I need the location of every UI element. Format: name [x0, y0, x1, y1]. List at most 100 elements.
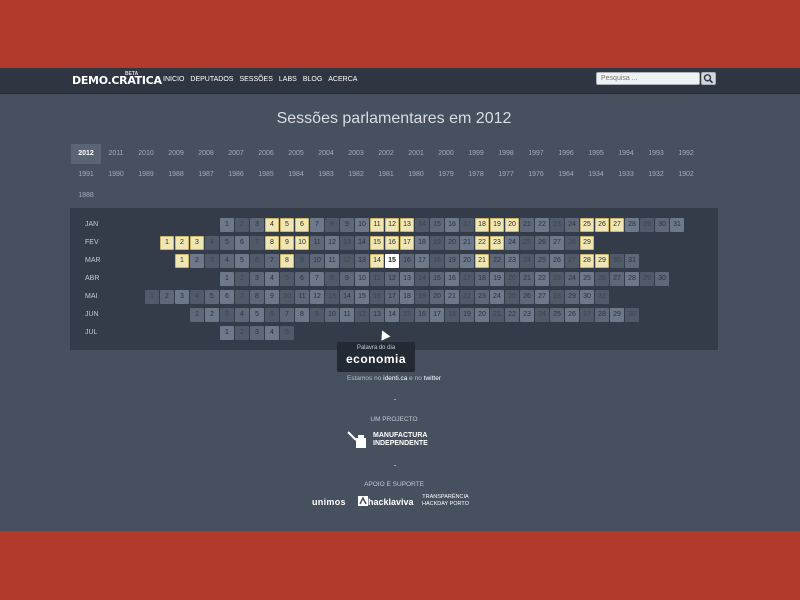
day-cell-jun-2[interactable]: 2 — [205, 308, 219, 322]
day-cell-fev-20[interactable]: 20 — [445, 236, 459, 250]
day-cell-abr-16[interactable]: 16 — [445, 272, 459, 286]
day-cell-abr-12[interactable]: 12 — [385, 272, 399, 286]
day-cell-abr-22[interactable]: 22 — [535, 272, 549, 286]
day-cell-jun-21[interactable]: 21 — [490, 308, 504, 322]
year-link-1902[interactable]: 1902 — [671, 165, 701, 185]
twitter-link[interactable]: twitter — [424, 375, 441, 382]
day-cell-mai-21[interactable]: 21 — [445, 290, 459, 304]
year-link-1995[interactable]: 1995 — [581, 144, 611, 164]
day-cell-abr-4[interactable]: 4 — [265, 272, 279, 286]
year-link-1976[interactable]: 1976 — [521, 165, 551, 185]
day-cell-abr-17[interactable]: 17 — [460, 272, 474, 286]
day-cell-jan-24[interactable]: 24 — [565, 218, 579, 232]
nav-link-deputados[interactable]: DEPUTADOS — [190, 76, 233, 83]
year-link-1977[interactable]: 1977 — [491, 165, 521, 185]
year-link-2005[interactable]: 2005 — [281, 144, 311, 164]
day-cell-mai-23[interactable]: 23 — [475, 290, 489, 304]
nav-link-labs[interactable]: LABS — [279, 76, 297, 83]
day-cell-mar-29[interactable]: 29 — [595, 254, 609, 268]
day-cell-jun-12[interactable]: 12 — [355, 308, 369, 322]
day-cell-mai-25[interactable]: 25 — [505, 290, 519, 304]
year-link-2001[interactable]: 2001 — [401, 144, 431, 164]
day-cell-abr-27[interactable]: 27 — [610, 272, 624, 286]
day-cell-fev-28[interactable]: 28 — [565, 236, 579, 250]
day-cell-mar-15[interactable]: 15 — [385, 254, 399, 268]
year-link-1982[interactable]: 1982 — [341, 165, 371, 185]
day-cell-mar-1[interactable]: 1 — [175, 254, 189, 268]
year-link-2003[interactable]: 2003 — [341, 144, 371, 164]
nav-link-acerca[interactable]: ACERCA — [328, 76, 357, 83]
day-cell-mar-25[interactable]: 25 — [535, 254, 549, 268]
day-cell-jun-29[interactable]: 29 — [610, 308, 624, 322]
day-cell-abr-11[interactable]: 11 — [370, 272, 384, 286]
day-cell-jul-3[interactable]: 3 — [250, 326, 264, 340]
day-cell-abr-23[interactable]: 23 — [550, 272, 564, 286]
day-cell-jan-26[interactable]: 26 — [595, 218, 609, 232]
day-cell-jan-4[interactable]: 4 — [265, 218, 279, 232]
nav-link-blog[interactable]: BLOG — [303, 76, 322, 83]
day-cell-mai-1[interactable]: 1 — [145, 290, 159, 304]
day-cell-mar-9[interactable]: 9 — [295, 254, 309, 268]
day-cell-mar-8[interactable]: 8 — [280, 254, 294, 268]
year-link-1932[interactable]: 1932 — [641, 165, 671, 185]
day-cell-jun-17[interactable]: 17 — [430, 308, 444, 322]
day-cell-jun-24[interactable]: 24 — [535, 308, 549, 322]
year-link-1979[interactable]: 1979 — [431, 165, 461, 185]
day-cell-jun-3[interactable]: 3 — [220, 308, 234, 322]
year-link-1933[interactable]: 1933 — [611, 165, 641, 185]
day-cell-jan-25[interactable]: 25 — [580, 218, 594, 232]
year-link-1987[interactable]: 1987 — [191, 165, 221, 185]
day-cell-jan-23[interactable]: 23 — [550, 218, 564, 232]
day-cell-mar-26[interactable]: 26 — [550, 254, 564, 268]
day-cell-mai-11[interactable]: 11 — [295, 290, 309, 304]
year-link-2007[interactable]: 2007 — [221, 144, 251, 164]
day-cell-jan-9[interactable]: 9 — [340, 218, 354, 232]
day-cell-fev-3[interactable]: 3 — [190, 236, 204, 250]
day-cell-jul-2[interactable]: 2 — [235, 326, 249, 340]
day-cell-jan-29[interactable]: 29 — [640, 218, 654, 232]
day-cell-mar-28[interactable]: 28 — [580, 254, 594, 268]
day-cell-abr-30[interactable]: 30 — [655, 272, 669, 286]
day-cell-jun-27[interactable]: 27 — [580, 308, 594, 322]
day-cell-fev-8[interactable]: 8 — [265, 236, 279, 250]
day-cell-fev-17[interactable]: 17 — [400, 236, 414, 250]
day-cell-mai-31[interactable]: 31 — [595, 290, 609, 304]
day-cell-mar-7[interactable]: 7 — [265, 254, 279, 268]
day-cell-fev-5[interactable]: 5 — [220, 236, 234, 250]
day-cell-jan-16[interactable]: 16 — [445, 218, 459, 232]
year-link-1990[interactable]: 1990 — [101, 165, 131, 185]
day-cell-abr-8[interactable]: 8 — [325, 272, 339, 286]
day-cell-mai-29[interactable]: 29 — [565, 290, 579, 304]
day-cell-jan-8[interactable]: 8 — [325, 218, 339, 232]
day-cell-mai-6[interactable]: 6 — [220, 290, 234, 304]
day-cell-mai-26[interactable]: 26 — [520, 290, 534, 304]
day-cell-fev-18[interactable]: 18 — [415, 236, 429, 250]
search-input[interactable]: Pesquisa ... — [596, 72, 700, 85]
day-cell-jan-14[interactable]: 14 — [415, 218, 429, 232]
day-cell-fev-9[interactable]: 9 — [280, 236, 294, 250]
year-link-2004[interactable]: 2004 — [311, 144, 341, 164]
day-cell-mar-18[interactable]: 18 — [430, 254, 444, 268]
day-cell-mai-12[interactable]: 12 — [310, 290, 324, 304]
day-cell-jun-30[interactable]: 30 — [625, 308, 639, 322]
year-link-2000[interactable]: 2000 — [431, 144, 461, 164]
day-cell-abr-26[interactable]: 26 — [595, 272, 609, 286]
day-cell-jan-13[interactable]: 13 — [400, 218, 414, 232]
day-cell-abr-20[interactable]: 20 — [505, 272, 519, 286]
day-cell-abr-1[interactable]: 1 — [220, 272, 234, 286]
year-link-1992[interactable]: 1992 — [671, 144, 701, 164]
year-link-2008[interactable]: 2008 — [191, 144, 221, 164]
year-link-2009[interactable]: 2009 — [161, 144, 191, 164]
day-cell-jan-5[interactable]: 5 — [280, 218, 294, 232]
day-cell-mai-17[interactable]: 17 — [385, 290, 399, 304]
day-cell-mai-4[interactable]: 4 — [190, 290, 204, 304]
day-cell-jan-19[interactable]: 19 — [490, 218, 504, 232]
day-cell-abr-25[interactable]: 25 — [580, 272, 594, 286]
day-cell-fev-16[interactable]: 16 — [385, 236, 399, 250]
day-cell-fev-25[interactable]: 25 — [520, 236, 534, 250]
day-cell-mar-17[interactable]: 17 — [415, 254, 429, 268]
day-cell-jun-6[interactable]: 6 — [265, 308, 279, 322]
day-cell-jan-22[interactable]: 22 — [535, 218, 549, 232]
year-link-1993[interactable]: 1993 — [641, 144, 671, 164]
search-button[interactable] — [701, 72, 716, 85]
